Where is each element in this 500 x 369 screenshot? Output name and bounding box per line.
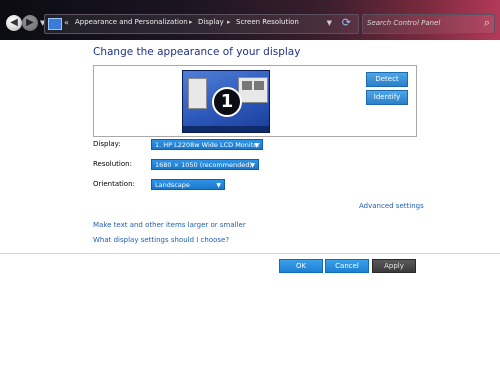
display-label: Display: [93,140,121,148]
text-size-link[interactable]: Make text and other items larger or smal… [93,221,246,229]
apply-button[interactable]: Apply [372,259,416,273]
breadcrumb-appearance[interactable]: Appearance and Personalization [75,18,188,26]
breadcrumb-separator-icon[interactable]: ▸ [227,18,231,26]
window-thumbnail-pane [242,81,252,90]
resolution-select[interactable]: 1680 × 1050 (recommended) ▼ [151,159,259,170]
back-button[interactable]: ◀ [6,15,22,31]
search-placeholder: Search Control Panel [367,19,441,27]
search-input[interactable]: Search Control Panel ⌕ [362,14,495,34]
back-arrow-icon: ◀ [10,17,18,28]
monitor-number-badge: 1 [212,87,242,117]
orientation-select-value: Landscape [155,181,190,189]
footer-divider [0,253,500,254]
refresh-icon[interactable]: ⟳ [342,16,351,29]
window-title-bar: ◀ ▶ ▼ « Appearance and Personalization ▸… [0,0,500,40]
identify-button[interactable]: Identify [366,90,408,105]
breadcrumb-screen-resolution[interactable]: Screen Resolution [236,18,299,26]
breadcrumb-display[interactable]: Display [198,18,224,26]
cancel-button[interactable]: Cancel [325,259,369,273]
chevron-down-icon: ▼ [250,162,255,169]
display-select[interactable]: 1. HP L2208w Wide LCD Monitor ▼ [151,139,263,150]
window-thumbnail [238,77,268,103]
detect-button[interactable]: Detect [366,72,408,87]
ok-button[interactable]: OK [279,259,323,273]
taskbar-thumbnail [183,126,269,132]
chevron-down-icon: ▼ [254,142,259,149]
breadcrumb-separator-icon[interactable]: ▸ [189,18,193,26]
advanced-settings-link[interactable]: Advanced settings [359,202,424,210]
search-icon[interactable]: ⌕ [484,16,490,30]
control-panel-icon [48,18,62,30]
orientation-select[interactable]: Landscape ▼ [151,179,225,190]
display-select-value: 1. HP L2208w Wide LCD Monitor [155,141,260,149]
forward-arrow-icon: ▶ [26,17,34,28]
address-bar[interactable]: « Appearance and Personalization ▸ Displ… [44,14,359,34]
address-chevron-icon[interactable]: « [64,18,69,27]
resolution-select-value: 1680 × 1050 (recommended) [155,161,252,169]
window-thumbnail-pane [254,81,264,90]
forward-button[interactable]: ▶ [22,15,38,31]
resolution-label: Resolution: [93,160,132,168]
display-settings-help-link[interactable]: What display settings should I choose? [93,236,229,244]
window-thumbnail [188,78,207,109]
page-title: Change the appearance of your display [93,46,301,58]
orientation-label: Orientation: [93,180,135,188]
chevron-down-icon: ▼ [216,182,221,189]
monitor-1-thumbnail[interactable]: 1 [182,70,270,133]
address-dropdown-icon[interactable]: ▼ [327,19,332,27]
monitor-arrangement-panel: 1 Detect Identify [93,65,417,137]
